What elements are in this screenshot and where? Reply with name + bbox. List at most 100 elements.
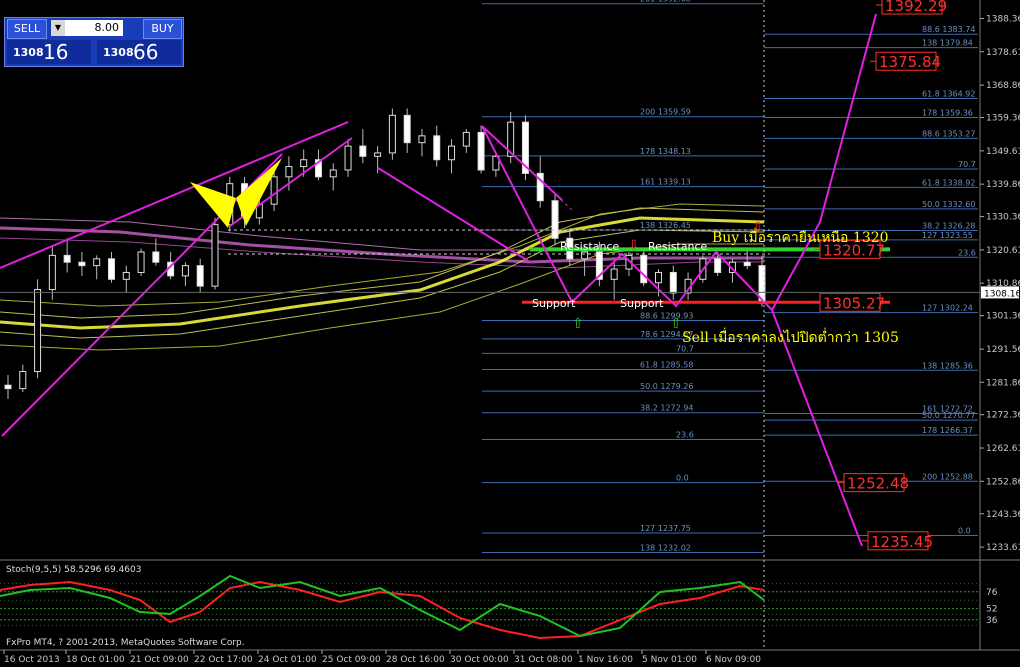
chart-canvas[interactable]: 261 1392.68 200 1359.59 178 1348.13 161 133… [0,0,1020,667]
resistance-label: Resistance [560,240,620,253]
fib-level-a-label: 138 1326.45 [640,221,691,230]
fib-level-a-label: 261 1392.68 [640,0,691,4]
copyright-footer: FxPro MT4, ? 2001-2013, MetaQuotes Softw… [6,638,245,648]
candle-body [93,258,101,267]
sell-annotation: Sell เมื่อราคาลงไปปิดต่ำกว่า 1305 [682,328,899,346]
price-tick-label: 1233.61 [986,543,1020,553]
candle-body [78,261,86,267]
candle-body [433,135,441,161]
candle-body [462,131,470,147]
time-tick-label: 1 Nov 16:00 [578,655,633,665]
current-price-label: 1308.16 [984,289,1020,299]
fib-level-a-label: 0.0 [676,474,689,483]
fib-level-a-label: 38.2 1272.94 [640,404,693,413]
candle-body [344,145,352,171]
stochastic-level-label: 52 [986,605,997,615]
candle-body [211,224,219,287]
price-tick-label: 1281.86 [986,378,1020,388]
fib-level-b-label: 50.0 1332.60 [922,200,975,209]
stochastic-level-label: 36 [986,616,998,626]
candle-body [551,200,559,239]
price-tick-label: 1320.61 [986,246,1020,256]
candle-body [403,114,411,144]
fib-level-a-label: 178 1348.13 [640,147,691,156]
stochastic-title: Stoch(9,5,5) 58.5296 69.4603 [6,565,141,575]
price-tick-label: 1301.36 [986,312,1020,322]
support-label: Support [620,297,664,310]
time-tick-label: 31 Oct 08:00 [514,655,573,665]
value-label-text: 1305.27 [823,294,885,312]
buy-annotation: Buy เมื่อราคายืนเหนือ 1320 [712,228,889,246]
candle-body [196,265,204,287]
price-tick-label: 1349.61 [986,147,1020,157]
candle-body [418,135,426,144]
ask-price[interactable]: 1308 66 [97,40,181,64]
fib-level-a-label: 88.6 1299.93 [640,312,693,321]
fib-level-a-label: 50.0 1279.26 [640,382,693,391]
one-click-trading-panel: SELL ▼ 8.00 BUY 1308 16 1308 66 [4,17,184,67]
candle-body [19,371,27,390]
candle-body [107,258,115,280]
candle-body [270,176,278,205]
candle-body [714,258,722,273]
candle-body [152,251,160,263]
down-arrow-icon: ⇩ [628,238,640,254]
value-label-text: 1252.48 [847,475,909,493]
candle-body [137,251,145,273]
candle-body [300,159,308,168]
fib-level-a-label: 61.8 1285.58 [640,361,693,370]
fib-level-b-label: 178 1266.37 [922,426,973,435]
up-arrow-icon: ⇧ [572,316,584,332]
ask-price-big: 1308 [103,46,134,59]
fib-level-b-label: 200 1252.88 [922,472,973,481]
candle-body [34,289,42,373]
candle-body [448,145,456,161]
candle-body [374,152,382,157]
value-label-text: 1235.45 [871,533,933,551]
time-tick-label: 18 Oct 01:00 [66,655,125,665]
time-tick-label: 24 Oct 01:00 [258,655,317,665]
lot-size-input[interactable]: 8.00 [65,20,123,36]
fib-level-b-label: 127 1302.24 [922,304,973,313]
resistance-label: Resistance [648,240,708,253]
candle-body [48,254,56,291]
buy-button[interactable]: BUY [143,19,182,39]
price-tick-label: 1388.36 [986,14,1020,24]
fib-level-b-label: 70.7 [958,160,976,169]
up-arrow-icon: ⇧ [670,316,682,332]
bid-price[interactable]: 1308 16 [7,40,91,64]
bid-price-big: 1308 [13,46,44,59]
candle-body [743,261,751,267]
fib-level-b-label: 88.6 1353.27 [922,129,975,138]
fib-level-a-label: 161 1339.13 [640,178,691,187]
price-tick-label: 1330.36 [986,213,1020,223]
sell-button[interactable]: SELL [7,19,47,39]
time-tick-label: 22 Oct 17:00 [194,655,253,665]
fib-level-a-label: 200 1359.59 [640,108,691,117]
price-tick-label: 1339.86 [986,180,1020,190]
time-tick-label: 16 Oct 2013 [4,655,60,665]
time-tick-label: 5 Nov 01:00 [642,655,697,665]
candle-body [359,145,367,157]
fib-level-b-label: 61.8 1364.92 [922,90,975,99]
candle-body [181,265,189,277]
fib-level-a-label: 127 1237.75 [640,524,691,533]
lot-dropdown-icon[interactable]: ▼ [51,20,65,36]
fib-level-b-label: 138 1285.36 [922,361,973,370]
candle-body [640,254,648,284]
time-tick-label: 21 Oct 09:00 [130,655,189,665]
fib-level-b-label: 88.6 1383.74 [922,25,975,34]
time-tick-label: 25 Oct 09:00 [322,655,381,665]
support-label: Support [532,297,576,310]
fib-level-b-label: 50.0 1270.77 [922,411,975,420]
candle-body [477,131,485,171]
down-arrow-icon: ⇩ [752,220,764,236]
candle-body [122,271,130,280]
fib-level-b-label: 61.8 1338.92 [922,178,975,187]
fib-level-b-label: 178 1359.36 [922,109,973,118]
candle-body [329,169,337,178]
fib-level-b-label: 38.2 1326.28 [922,222,975,231]
candle-body [610,268,618,280]
price-tick-label: 1262.61 [986,444,1020,454]
candle-body [669,271,677,294]
